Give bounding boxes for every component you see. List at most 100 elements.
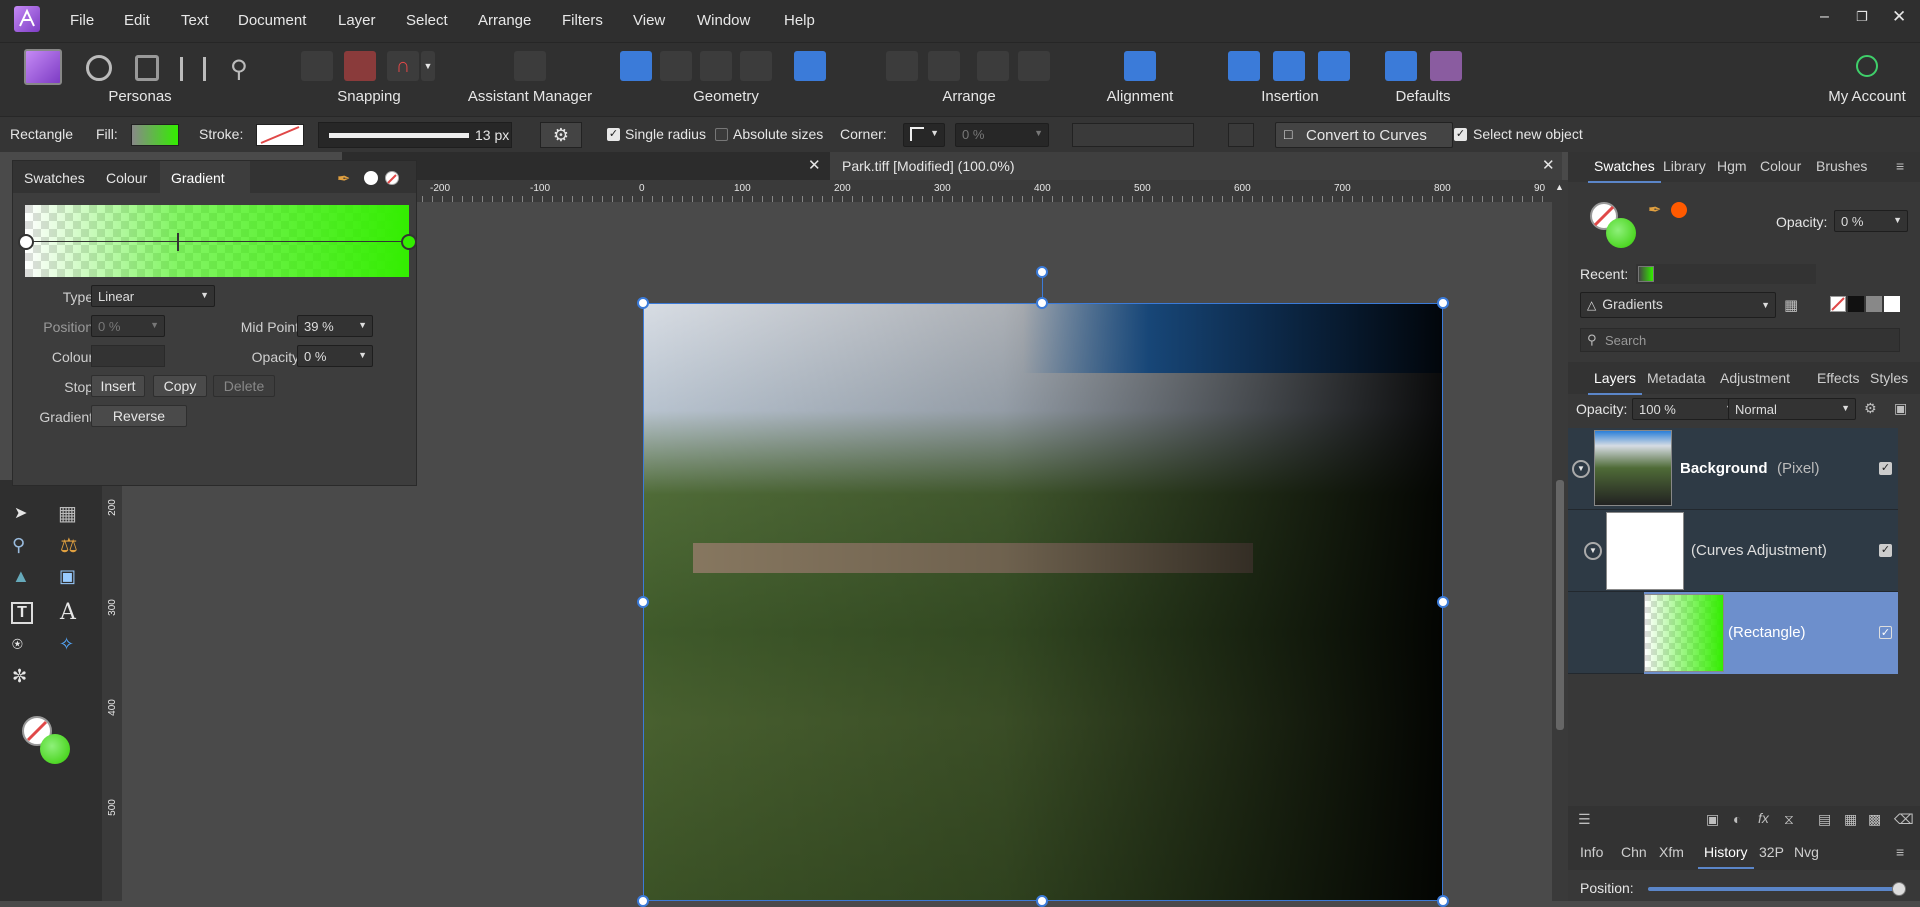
tab-adjustment[interactable]: Adjustment [1720, 370, 1790, 386]
resize-handle-br[interactable] [1437, 895, 1449, 907]
none-swatch-icon[interactable] [385, 171, 399, 185]
rotation-handle[interactable] [1036, 266, 1048, 278]
transform-origin-buttons[interactable] [1072, 123, 1194, 147]
artistic-text-tool-icon[interactable]: A [60, 600, 76, 625]
select-new-object-checkbox[interactable]: ✓ [1454, 128, 1467, 141]
fill-tool-icon[interactable]: ▲ [12, 566, 30, 587]
alignment-icon[interactable] [1124, 51, 1156, 81]
reset-rotation-icon[interactable] [1228, 123, 1254, 147]
pixel-persona-icon[interactable] [86, 55, 112, 81]
snap-grid-icon[interactable] [301, 51, 333, 81]
tab-brushes[interactable]: Brushes [1816, 158, 1867, 174]
menu-layer[interactable]: Layer [338, 12, 376, 29]
resize-handle-b[interactable] [1036, 895, 1048, 907]
adjustment-icon[interactable]: ◐ [1733, 811, 1741, 827]
swatch-none[interactable] [1830, 296, 1846, 312]
tab-metadata[interactable]: Metadata [1647, 370, 1705, 386]
tab-gradient[interactable]: Gradient [160, 161, 250, 193]
transparency-tool-icon[interactable]: ▣ [59, 566, 76, 587]
close-window-icon[interactable]: ✕ [1892, 7, 1906, 27]
tab-effects[interactable]: Effects [1817, 370, 1860, 386]
tab-hgm[interactable]: Hgm [1717, 158, 1747, 174]
menu-window[interactable]: Window [697, 12, 750, 29]
resize-handle-tr[interactable] [1437, 297, 1449, 309]
fill-swatch[interactable] [131, 124, 179, 146]
insert-stop-button[interactable]: Insert [91, 375, 145, 397]
opacity-dropdown[interactable]: 0 % ▼ [297, 345, 373, 367]
menu-file[interactable]: File [70, 12, 94, 29]
delete-stop-button[interactable]: Delete [213, 375, 275, 397]
stroke-width-slider[interactable]: 13 px [318, 122, 512, 148]
menu-text[interactable]: Text [181, 12, 209, 29]
insert-top-icon[interactable] [1273, 51, 1305, 81]
recent-gradient-swatch[interactable] [1638, 266, 1654, 282]
convert-to-curves-button[interactable]: □ Convert to Curves [1275, 122, 1453, 148]
stroke-swatch[interactable] [256, 124, 304, 146]
expand-layer-icon[interactable]: ▼ [1572, 460, 1590, 478]
layer-stack-icon[interactable]: ☰ [1578, 811, 1591, 828]
menu-edit[interactable]: Edit [124, 12, 150, 29]
stop-colour-swatch[interactable] [91, 345, 165, 367]
layer-settings-gear-icon[interactable]: ⚙ [1864, 400, 1877, 417]
arrange-front-icon[interactable] [1018, 51, 1050, 81]
close-prev-tab-icon[interactable]: ✕ [808, 156, 821, 174]
close-document-icon[interactable]: ✕ [1542, 156, 1555, 174]
midpoint-marker[interactable] [177, 233, 179, 251]
tab-library[interactable]: Library [1663, 158, 1706, 174]
reverse-gradient-button[interactable]: Reverse [91, 405, 187, 427]
corner-value-dropdown[interactable]: 0 % ▼ [955, 123, 1049, 147]
colour-chip-icon[interactable] [22, 716, 70, 764]
account-icon[interactable] [1856, 55, 1878, 77]
blend-mode-dropdown[interactable]: Normal ▼ [1728, 398, 1856, 420]
geometry-divide-icon[interactable] [794, 51, 826, 81]
layer-visibility-checkbox[interactable]: ✓ [1879, 626, 1892, 639]
move-tool-icon[interactable]: ➤ [14, 503, 27, 523]
stock-persona-icon[interactable] [180, 57, 206, 81]
minimize-icon[interactable]: – [1820, 8, 1829, 26]
menu-filters[interactable]: Filters [562, 12, 603, 29]
swatch-grey[interactable] [1866, 296, 1882, 312]
layer-row-background[interactable]: ▼ Background (Pixel) ✓ [1568, 428, 1898, 510]
menu-arrange[interactable]: Arrange [478, 12, 531, 29]
snapping-dropdown-icon[interactable]: ▼ [421, 51, 435, 81]
corner-type-dropdown[interactable]: ▼ [903, 123, 945, 147]
snap-toggle-icon[interactable] [344, 51, 376, 81]
defaults-revert-icon[interactable] [1430, 51, 1462, 81]
lock-icon[interactable]: ▣ [1894, 400, 1907, 417]
menu-view[interactable]: View [633, 12, 665, 29]
layer-opacity-dropdown[interactable]: 100 %▼ [1632, 398, 1740, 420]
gradient-preview-bar[interactable] [18, 205, 417, 277]
white-swatch-icon[interactable] [364, 171, 378, 185]
slice-tool-icon[interactable]: ✧ [59, 634, 74, 655]
type-dropdown[interactable]: Linear ▼ [91, 285, 215, 307]
arrange-back-icon[interactable] [886, 51, 918, 81]
palette-grid-icon[interactable]: ▦ [1784, 296, 1798, 314]
arrange-backward-icon[interactable] [928, 51, 960, 81]
defaults-sync-icon[interactable] [1385, 51, 1417, 81]
settings-gear-icon[interactable]: ⚙ [540, 122, 582, 148]
layer-row-rectangle[interactable]: (Rectangle) ✓ [1568, 592, 1898, 674]
menu-help[interactable]: Help [784, 12, 815, 29]
scroll-up-icon[interactable]: ▲ [1555, 182, 1564, 192]
assistant-icon[interactable] [514, 51, 546, 81]
app-logo-icon[interactable] [14, 6, 40, 32]
export-persona-icon[interactable] [135, 55, 159, 81]
geometry-xor-icon[interactable] [740, 51, 772, 81]
spiral-tool-icon[interactable]: ✼ [12, 666, 27, 687]
history-menu-icon[interactable]: ≡ [1896, 844, 1904, 860]
fx-icon[interactable]: fx [1758, 810, 1769, 826]
single-radius-checkbox[interactable]: ✓ [607, 128, 620, 141]
symbol-tool-icon[interactable]: ⍟ [12, 634, 23, 655]
add-pixel-layer-icon[interactable]: ▦ [1844, 811, 1857, 828]
arrange-forward-icon[interactable] [977, 51, 1009, 81]
copy-stop-button[interactable]: Copy [153, 375, 207, 397]
add-layer-icon[interactable]: ▩ [1868, 811, 1881, 828]
tab-colour[interactable]: Colour [106, 170, 147, 186]
share-icon[interactable]: ⚲ [230, 55, 248, 84]
gradient-stop-start[interactable] [18, 234, 34, 250]
delete-layer-icon[interactable]: ⌫ [1894, 811, 1914, 828]
mesh-warp-tool-icon[interactable]: ▦ [58, 501, 77, 526]
gradient-stop-end[interactable] [401, 234, 417, 250]
designer-persona-icon[interactable] [24, 49, 62, 85]
tab-chn[interactable]: Chn [1621, 844, 1647, 860]
